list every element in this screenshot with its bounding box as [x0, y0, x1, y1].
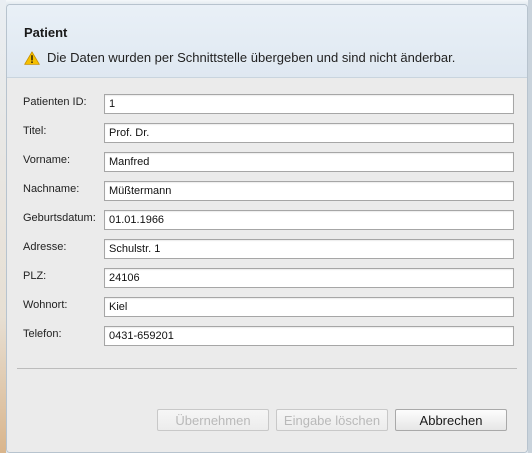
city-field[interactable] — [104, 297, 514, 317]
last-name-field[interactable] — [104, 181, 514, 201]
notice-text: Die Daten wurden per Schnittstelle überg… — [47, 50, 456, 65]
dialog-header: Patient Die Daten wurden per Schnittstel… — [7, 5, 527, 78]
title-field[interactable] — [104, 123, 514, 143]
first-name-label: Vorname: — [23, 154, 71, 166]
cancel-button[interactable]: Abbrechen — [395, 409, 507, 431]
postal-code-field[interactable] — [104, 268, 514, 288]
postal-code-label: PLZ: — [23, 270, 47, 282]
first-name-field[interactable] — [104, 152, 514, 172]
apply-button[interactable]: Übernehmen — [157, 409, 269, 431]
field-row-first-name: Vorname: — [17, 152, 517, 172]
field-row-birth-date: Geburtsdatum: — [17, 210, 517, 230]
field-row-postal-code: PLZ: — [17, 268, 517, 288]
warning-icon — [24, 50, 40, 65]
background-app-edge-right — [528, 0, 532, 453]
last-name-label: Nachname: — [23, 183, 80, 195]
phone-label: Telefon: — [23, 328, 62, 340]
birth-date-label: Geburtsdatum: — [23, 212, 96, 224]
title-label: Titel: — [23, 125, 47, 137]
dialog-body: Patienten ID: Titel: Vorname: Nachname: … — [7, 78, 527, 452]
field-row-patient-id: Patienten ID: — [17, 94, 517, 114]
birth-date-field[interactable] — [104, 210, 514, 230]
phone-field[interactable] — [104, 326, 514, 346]
field-row-phone: Telefon: — [17, 326, 517, 346]
patient-id-field[interactable] — [104, 94, 514, 114]
field-row-title: Titel: — [17, 123, 517, 143]
field-row-last-name: Nachname: — [17, 181, 517, 201]
patient-id-label: Patienten ID: — [23, 96, 87, 108]
patient-dialog: Patient Die Daten wurden per Schnittstel… — [6, 4, 528, 453]
city-label: Wohnort: — [23, 299, 68, 311]
address-field[interactable] — [104, 239, 514, 259]
clear-input-button[interactable]: Eingabe löschen — [276, 409, 388, 431]
dialog-title: Patient — [24, 25, 68, 40]
read-only-notice: Die Daten wurden per Schnittstelle überg… — [24, 50, 455, 65]
field-row-city: Wohnort: — [17, 297, 517, 317]
address-label: Adresse: — [23, 241, 67, 253]
section-divider — [17, 368, 517, 369]
field-row-address: Adresse: — [17, 239, 517, 259]
